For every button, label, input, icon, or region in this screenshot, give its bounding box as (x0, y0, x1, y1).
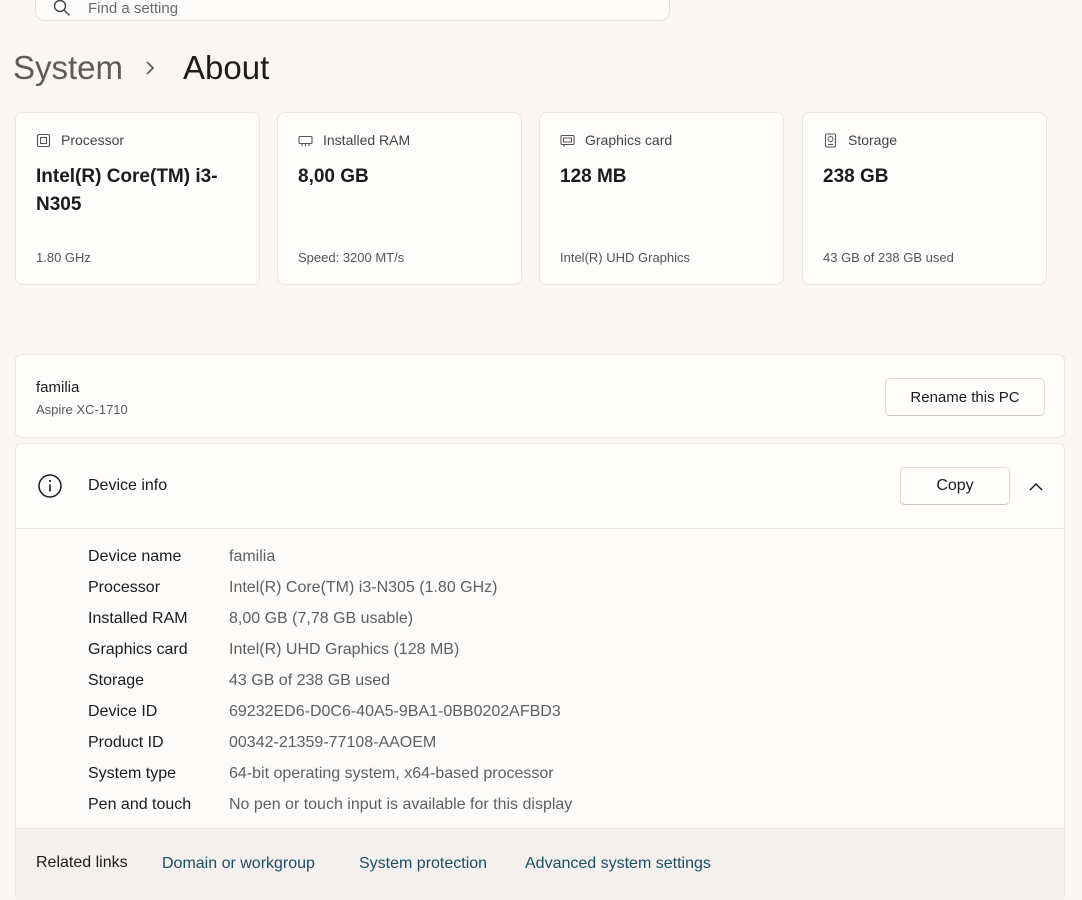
spec-key: Device ID (88, 702, 158, 720)
storage-card: Storage 238 GB 43 GB of 238 GB used (802, 112, 1047, 285)
about-page: System About Processor Intel(R) Core(TM)… (0, 0, 1082, 900)
spec-value: 00342-21359-77108-AAOEM (229, 733, 437, 751)
spec-key: Pen and touch (88, 795, 192, 813)
spec-row-installed-ram: Installed RAM 8,00 GB (7,78 GB usable) (88, 603, 572, 634)
spec-row-product-id: Product ID 00342-21359-77108-AAOEM (88, 727, 572, 758)
device-info-title: Device info (88, 477, 168, 494)
domain-or-workgroup-link[interactable]: Domain or workgroup (162, 855, 315, 873)
ram-icon (298, 135, 313, 146)
spec-key: Storage (88, 671, 145, 689)
spec-value: Intel(R) UHD Graphics (128 MB) (229, 640, 460, 658)
device-info-panel: Device info Copy Device name familia Pro… (15, 443, 1065, 900)
spec-row-storage: Storage 43 GB of 238 GB used (88, 665, 572, 696)
info-icon (38, 474, 62, 498)
chevron-right-icon (146, 61, 155, 75)
copy-button[interactable]: Copy (900, 467, 1010, 505)
card-detail: 1.80 GHz (36, 250, 91, 265)
spec-row-pen-and-touch: Pen and touch No pen or touch input is a… (88, 789, 572, 820)
spec-value: No pen or touch input is available for t… (229, 795, 573, 813)
spec-key: Product ID (88, 733, 164, 751)
card-label: Processor (61, 132, 125, 148)
card-value: Intel(R) Core(TM) i3-N305 (36, 166, 218, 215)
card-label: Installed RAM (323, 132, 411, 148)
device-info-header[interactable]: Device info Copy (16, 444, 1064, 529)
spec-value: familia (229, 547, 276, 565)
spec-row-device-id: Device ID 69232ED6-D0C6-40A5-9BA1-0BB020… (88, 696, 572, 727)
search-icon (53, 0, 70, 16)
search-input[interactable] (86, 0, 490, 18)
card-value: 128 MB (560, 166, 627, 187)
spec-key: Device name (88, 547, 182, 565)
pc-name: familia (36, 379, 80, 396)
spec-row-processor: Processor Intel(R) Core(TM) i3-N305 (1.8… (88, 572, 572, 603)
card-label: Graphics card (585, 132, 673, 148)
breadcrumb-system[interactable]: System (13, 49, 123, 87)
card-detail: Intel(R) UHD Graphics (560, 250, 691, 265)
related-links-bar: Related links Domain or workgroup System… (16, 828, 1064, 900)
spec-row-system-type: System type 64-bit operating system, x64… (88, 758, 572, 789)
chevron-up-icon[interactable] (1027, 478, 1045, 496)
card-value: 8,00 GB (298, 166, 369, 187)
rename-pc-button[interactable]: Rename this PC (885, 378, 1045, 416)
device-specs-list: Device name familia Processor Intel(R) C… (88, 541, 572, 820)
advanced-system-settings-link[interactable]: Advanced system settings (525, 855, 711, 873)
related-links-label: Related links (36, 854, 128, 871)
breadcrumb: System About (13, 46, 269, 90)
graphics-card-icon (560, 134, 575, 146)
search-box[interactable] (35, 0, 670, 21)
spec-value: Intel(R) Core(TM) i3-N305 (1.80 GHz) (229, 578, 498, 596)
spec-value: 8,00 GB (7,78 GB usable) (229, 609, 414, 627)
card-detail: Speed: 3200 MT/s (298, 250, 405, 265)
pc-name-panel: familia Aspire XC-1710 Rename this PC (15, 354, 1065, 438)
card-detail: 43 GB of 238 GB used (823, 250, 954, 265)
spec-key: Graphics card (88, 640, 188, 658)
spec-value: 43 GB of 238 GB used (229, 671, 390, 689)
processor-card: Processor Intel(R) Core(TM) i3-N305 1.80… (15, 112, 260, 285)
spec-value: 69232ED6-D0C6-40A5-9BA1-0BB0202AFBD3 (229, 702, 561, 720)
spec-row-graphics-card: Graphics card Intel(R) UHD Graphics (128… (88, 634, 572, 665)
page-title: About (183, 49, 270, 86)
card-value: 238 GB (823, 166, 889, 187)
spec-key: System type (88, 764, 177, 782)
storage-icon (824, 132, 837, 148)
ram-card: Installed RAM 8,00 GB Speed: 3200 MT/s (277, 112, 522, 285)
processor-icon (36, 133, 51, 147)
spec-value: 64-bit operating system, x64-based proce… (229, 764, 554, 782)
card-label: Storage (848, 132, 898, 148)
spec-key: Installed RAM (88, 609, 188, 627)
system-protection-link[interactable]: System protection (359, 855, 487, 873)
spec-key: Processor (88, 578, 161, 596)
graphics-card-card: Graphics card 128 MB Intel(R) UHD Graphi… (539, 112, 784, 285)
pc-model: Aspire XC-1710 (36, 402, 128, 417)
spec-row-device-name: Device name familia (88, 541, 572, 572)
